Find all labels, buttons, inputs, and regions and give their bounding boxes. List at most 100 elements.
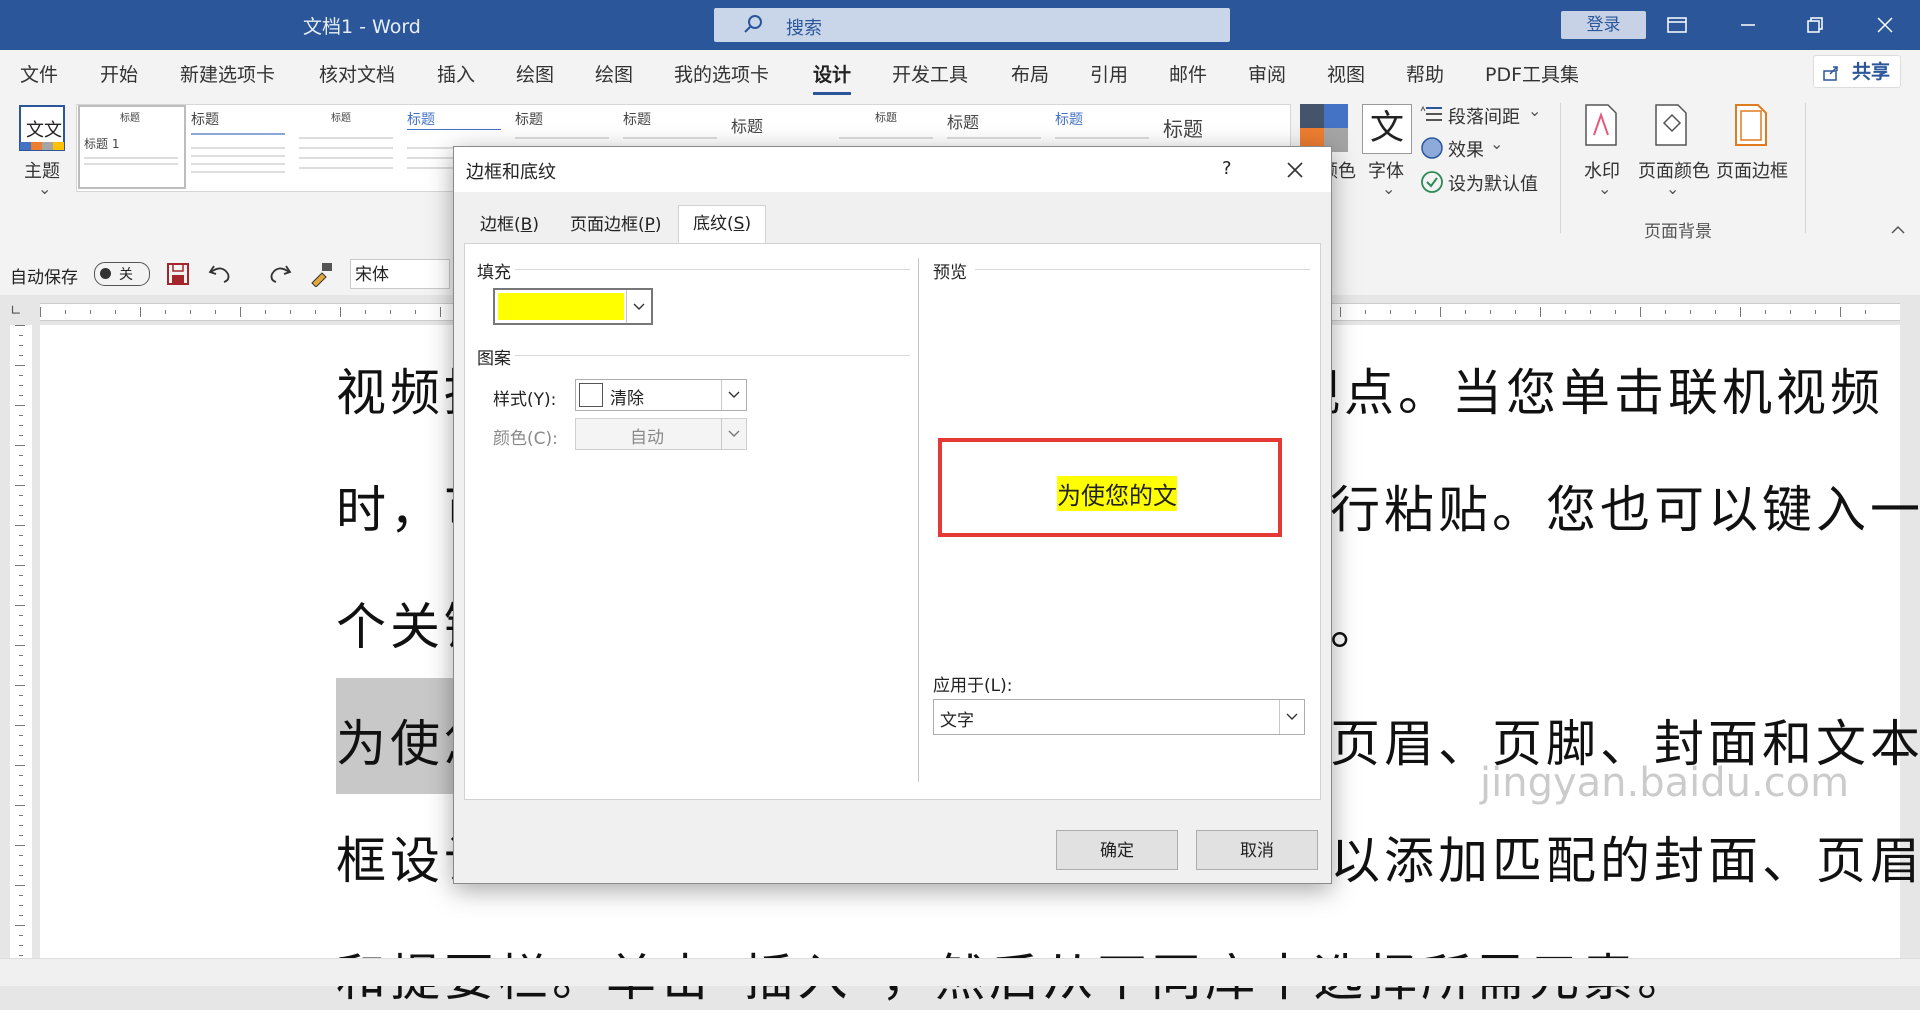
tab-insert[interactable]: 插入: [437, 60, 475, 87]
colors-icon[interactable]: [1300, 104, 1348, 152]
tab-home[interactable]: 开始: [100, 60, 138, 87]
share-button[interactable]: 共享: [1813, 55, 1901, 88]
gallery-thumb[interactable]: 标题: [295, 107, 399, 187]
dialog-close-icon[interactable]: [1286, 161, 1304, 179]
page-border-label[interactable]: 页面边框: [1716, 157, 1788, 183]
ruler-tick: [19, 595, 23, 596]
set-default-button[interactable]: 设为默认值: [1448, 170, 1538, 196]
checkmark-icon: [1421, 171, 1443, 193]
ruler-tick: [19, 635, 23, 636]
gallery-thumb[interactable]: 标题: [187, 107, 291, 187]
apply-to-dropdown[interactable]: 文字: [933, 699, 1305, 735]
ruler-tick: [19, 395, 23, 396]
ruler-tick: [15, 525, 25, 526]
ruler-tick: [1865, 310, 1866, 314]
tab-file[interactable]: 文件: [20, 60, 58, 87]
page-color-icon[interactable]: [1654, 103, 1690, 147]
tab-check-doc[interactable]: 核对文档: [319, 60, 395, 87]
ruler-tick: [19, 815, 23, 816]
fonts-chevron-icon[interactable]: ⌄: [1382, 179, 1395, 198]
font-name-field[interactable]: 宋体: [350, 259, 450, 289]
ruler-tick: [19, 855, 23, 856]
ruler-tick: [15, 325, 25, 326]
ruler-tick: [19, 555, 23, 556]
ribbon-display-icon[interactable]: [1652, 8, 1702, 42]
toggle-knob: [100, 268, 111, 279]
style-dropdown[interactable]: 清除: [575, 379, 747, 411]
theme-chevron-icon[interactable]: ⌄: [38, 179, 51, 198]
tab-view[interactable]: 视图: [1327, 60, 1365, 87]
tab-page-border[interactable]: 页面边框(P): [556, 207, 676, 243]
tab-mail[interactable]: 邮件: [1169, 60, 1207, 87]
restore-icon[interactable]: [1790, 8, 1840, 42]
tab-shading[interactable]: 底纹(S): [678, 205, 767, 244]
ruler-tick: [1815, 310, 1816, 314]
effects-chevron-icon[interactable]: ⌄: [1490, 134, 1503, 153]
ruler-tick: [340, 307, 341, 317]
close-icon[interactable]: [1860, 8, 1910, 42]
watermark-chevron-icon[interactable]: ⌄: [1598, 179, 1611, 198]
tab-help[interactable]: 帮助: [1406, 60, 1444, 87]
paragraph-spacing-button[interactable]: 段落间距: [1448, 103, 1520, 129]
login-button[interactable]: 登录: [1561, 11, 1646, 39]
ruler-tick: [1365, 310, 1366, 314]
ruler-tick: [1715, 310, 1716, 314]
tab-draw-2[interactable]: 绘图: [595, 60, 633, 87]
fill-color-dropdown[interactable]: [493, 288, 653, 325]
ruler-tick: [19, 875, 23, 876]
ruler-tick: [19, 915, 23, 916]
ruler-tick: [19, 355, 23, 356]
ruler-tick: [19, 335, 23, 336]
paragraph-spacing-icon: [1420, 105, 1442, 121]
format-painter-icon[interactable]: [308, 261, 334, 287]
apply-to-label: 应用于(L):: [933, 676, 1013, 696]
tab-pdf[interactable]: PDF工具集: [1485, 60, 1579, 87]
ruler-tick: [19, 705, 23, 706]
paragraph-spacing-chevron-icon[interactable]: ⌄: [1528, 101, 1541, 120]
tab-stop-selector-icon[interactable]: ∟: [10, 302, 28, 320]
help-button[interactable]: ?: [1222, 158, 1232, 179]
gallery-thumb[interactable]: 标题 标题 1: [78, 105, 186, 189]
ruler-tick: [19, 515, 23, 516]
ruler-tick: [19, 505, 23, 506]
autosave-toggle[interactable]: 关: [94, 262, 150, 286]
tab-draw[interactable]: 绘图: [516, 60, 554, 87]
redo-icon[interactable]: [266, 262, 292, 286]
ruler-tick: [140, 307, 141, 317]
pattern-color-dropdown[interactable]: 自动: [575, 418, 747, 450]
tab-borders[interactable]: 边框(B): [466, 207, 553, 243]
page-border-icon[interactable]: [1734, 103, 1768, 147]
vertical-ruler[interactable]: [10, 325, 32, 965]
collapse-ribbon-icon[interactable]: [1890, 223, 1906, 235]
ruler-tick: [40, 307, 41, 317]
tab-layout[interactable]: 布局: [1011, 60, 1049, 87]
tab-my[interactable]: 我的选项卡: [674, 60, 769, 87]
share-icon: [1823, 66, 1838, 81]
apply-to-value: 文字: [940, 711, 974, 731]
undo-icon[interactable]: [208, 262, 236, 286]
page-color-chevron-icon[interactable]: ⌄: [1666, 179, 1679, 198]
tab-design[interactable]: 设计: [813, 60, 852, 95]
search-box[interactable]: 搜索: [714, 8, 1230, 42]
ruler-tick: [15, 685, 25, 686]
theme-icon[interactable]: 文文: [18, 104, 66, 152]
minimize-icon[interactable]: [1723, 8, 1773, 42]
ribbon-divider: [1805, 103, 1806, 233]
fill-color-swatch: [498, 293, 624, 320]
save-icon[interactable]: [166, 262, 190, 286]
tab-new[interactable]: 新建选项卡: [180, 60, 275, 87]
ruler-tick: [15, 805, 25, 806]
tab-references[interactable]: 引用: [1090, 60, 1128, 87]
fonts-icon[interactable]: 文: [1362, 104, 1412, 154]
search-icon: [744, 15, 762, 33]
doc-line: 行粘贴。您也可以键入一: [1330, 481, 1920, 539]
ruler-tick: [19, 375, 23, 376]
tab-developer[interactable]: 开发工具: [892, 60, 968, 87]
cancel-button[interactable]: 取消: [1196, 830, 1318, 870]
effects-button[interactable]: 效果: [1448, 136, 1484, 162]
watermark-icon[interactable]: [1584, 103, 1618, 147]
window-title: 文档1 - Word: [303, 16, 421, 38]
tab-review[interactable]: 审阅: [1248, 60, 1286, 87]
ruler-tick: [1565, 310, 1566, 314]
ok-button[interactable]: 确定: [1056, 830, 1178, 870]
